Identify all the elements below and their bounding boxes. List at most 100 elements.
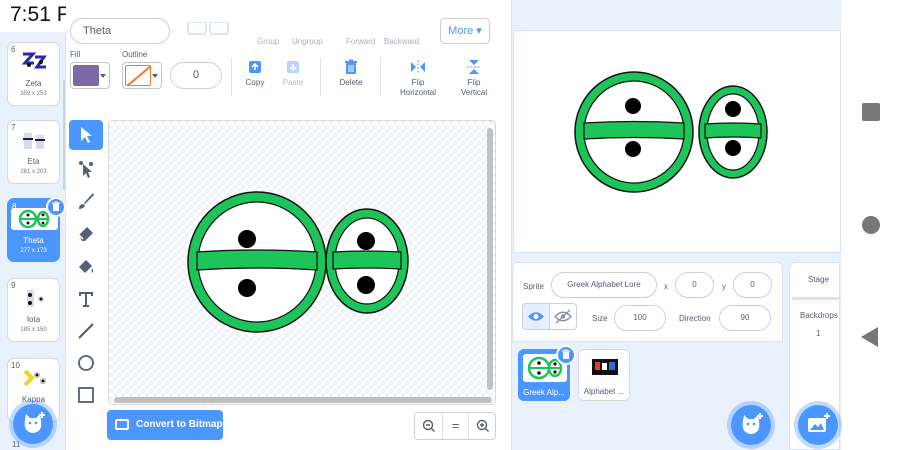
- zoom-out-icon: [422, 419, 435, 432]
- group-button[interactable]: Group: [257, 37, 279, 46]
- size-label: Size: [592, 314, 608, 323]
- flip-horizontal-icon: [411, 60, 425, 74]
- eraser-tool[interactable]: [69, 218, 103, 248]
- home-button[interactable]: [862, 216, 880, 234]
- size-input[interactable]: 100: [614, 305, 666, 331]
- flip-horizontal-button[interactable]: Flip Horizontal: [392, 59, 444, 98]
- navigation-bar: [840, 0, 900, 450]
- costume-name: Iota: [26, 315, 41, 324]
- ungroup-button[interactable]: Ungroup: [292, 37, 323, 46]
- divider: [320, 58, 321, 96]
- rectangle-tool[interactable]: [69, 380, 103, 410]
- add-costume-button[interactable]: [13, 404, 53, 444]
- costume-name: Kappa: [21, 395, 46, 404]
- sprite-name: Alphabet ...: [583, 387, 625, 396]
- outline-color-swatch: [125, 65, 151, 86]
- select-tool[interactable]: [69, 120, 103, 150]
- show-sprite-button[interactable]: [522, 303, 550, 330]
- reshape-icon: [79, 161, 93, 178]
- theta-drawing: [187, 191, 409, 333]
- zoom-out-button[interactable]: [415, 413, 442, 439]
- delete-costume-button[interactable]: [46, 197, 66, 217]
- zoom-reset-label: =: [451, 418, 460, 433]
- brush-tool[interactable]: [69, 186, 103, 216]
- paste-button[interactable]: Paste: [278, 59, 308, 87]
- fill-tool[interactable]: [69, 252, 103, 282]
- costume-number: 7: [11, 123, 16, 132]
- canvas-vertical-scrollbar[interactable]: [487, 128, 493, 390]
- y-input[interactable]: 0: [733, 272, 772, 298]
- backdrops-label: Backdrops: [800, 311, 838, 320]
- stage[interactable]: [513, 30, 841, 253]
- costume-thumbnail: [21, 52, 47, 69]
- flip-vertical-icon: [467, 60, 481, 74]
- copy-button[interactable]: Copy: [242, 59, 268, 87]
- hide-sprite-button[interactable]: [549, 303, 577, 330]
- costume-item[interactable]: 6 Zeta 359 x 253: [7, 42, 60, 106]
- sprite-thumbnail: [582, 353, 626, 381]
- sprite-tile[interactable]: Alphabet ...: [578, 349, 630, 401]
- trash-icon: [52, 201, 60, 211]
- forward-button[interactable]: Forward: [346, 37, 375, 46]
- divider: [380, 58, 381, 96]
- delete-button[interactable]: Delete: [336, 59, 366, 87]
- direction-input[interactable]: 90: [719, 305, 771, 331]
- sprite-name-input[interactable]: Greek Alphabet Lore: [551, 272, 657, 298]
- paint-editor: Theta Group Ungroup Forward Backward Mor…: [66, 0, 511, 450]
- eraser-icon: [78, 227, 93, 241]
- flip-vertical-label: Flip Vertical: [460, 78, 488, 97]
- costume-number: 9: [11, 281, 16, 290]
- backdrop-add-icon: [808, 413, 830, 432]
- x-input[interactable]: 0: [675, 272, 714, 298]
- recents-button[interactable]: [862, 103, 880, 121]
- fill-label: Fill: [70, 50, 81, 59]
- x-label: x: [664, 282, 668, 291]
- circle-tool[interactable]: [69, 348, 103, 378]
- line-tool[interactable]: [69, 316, 103, 346]
- zoom-controls: =: [414, 412, 496, 440]
- convert-label: Convert to Bitmap: [136, 419, 223, 430]
- zoom-in-button[interactable]: [469, 413, 496, 439]
- costume-name-input[interactable]: Theta: [70, 18, 170, 44]
- chevron-down-icon: [100, 74, 106, 78]
- divider: [792, 297, 841, 300]
- costume-thumbnail: [23, 369, 46, 387]
- costume-size: 185 x 150: [20, 327, 47, 333]
- costume-size: 281 x 203: [20, 169, 47, 175]
- outline-label: Outline: [122, 50, 148, 59]
- text-icon: [79, 292, 93, 307]
- costume-item[interactable]: 9 Iota 185 x 150: [7, 278, 60, 342]
- costume-size: 277 x 173: [20, 248, 47, 254]
- divider: [231, 58, 232, 96]
- convert-to-bitmap-button[interactable]: Convert to Bitmap: [107, 410, 223, 440]
- paste-icon: [287, 61, 299, 73]
- costume-thumbnail: [23, 133, 45, 149]
- eye-slash-icon: [554, 309, 572, 324]
- flip-vertical-button[interactable]: Flip Vertical: [452, 59, 496, 98]
- sprite-label: Sprite: [523, 282, 544, 291]
- copy-label: Copy: [245, 78, 265, 87]
- drawing-canvas[interactable]: [108, 120, 496, 405]
- fill-color-picker[interactable]: [70, 62, 110, 89]
- back-button[interactable]: [861, 327, 878, 347]
- costume-list[interactable]: 6 Zeta 359 x 253 7 Eta 281 x 203 8 Theta…: [0, 32, 66, 450]
- reshape-tool[interactable]: [69, 154, 103, 184]
- add-backdrop-button[interactable]: [798, 405, 838, 445]
- paste-label: Paste: [282, 78, 304, 87]
- outline-color-picker[interactable]: [122, 62, 162, 89]
- costume-item[interactable]: 7 Eta 281 x 203: [7, 120, 60, 184]
- add-sprite-button[interactable]: [731, 405, 771, 445]
- stroke-width-input[interactable]: 0: [170, 62, 222, 89]
- backward-button[interactable]: Backward: [384, 37, 419, 46]
- circle-icon: [78, 355, 94, 371]
- costume-number: 6: [11, 45, 16, 54]
- trash-icon: [562, 349, 570, 359]
- more-button[interactable]: More ▾: [440, 18, 490, 44]
- stage-sprite: [574, 71, 768, 193]
- backdrops-count: 1: [816, 329, 821, 338]
- zoom-reset-button[interactable]: =: [442, 413, 469, 439]
- delete-sprite-button[interactable]: [556, 345, 576, 365]
- canvas-horizontal-scrollbar[interactable]: [114, 397, 492, 403]
- costume-name: Zeta: [25, 79, 42, 88]
- text-tool[interactable]: [69, 284, 103, 314]
